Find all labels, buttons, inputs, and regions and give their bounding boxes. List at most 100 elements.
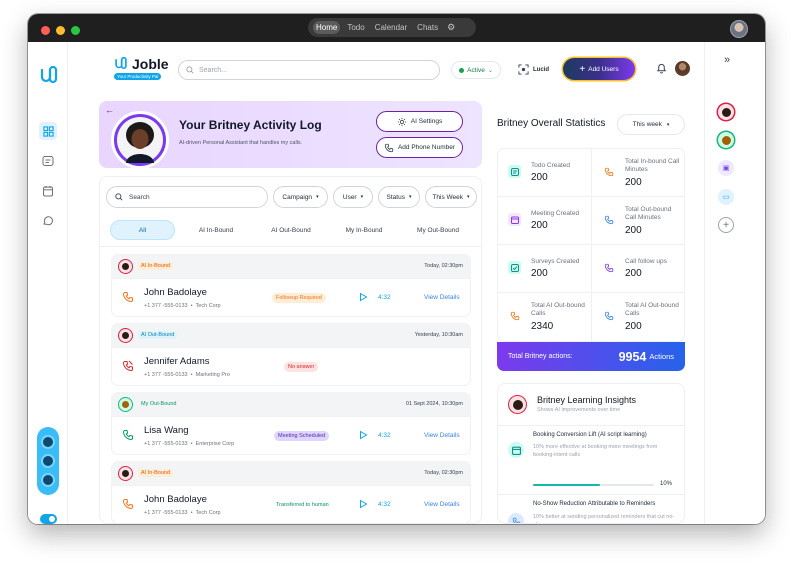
activity-search-input[interactable]: Search — [106, 186, 268, 208]
settings-gear-icon — [397, 117, 406, 126]
incoming-call-icon — [122, 292, 133, 303]
close-window-button[interactable] — [41, 26, 50, 35]
tab-todo[interactable]: Todo — [344, 21, 367, 34]
expand-chevron-icon[interactable]: » — [724, 54, 730, 66]
chevron-down-icon: ▾ — [360, 194, 364, 200]
status-filter-label: Status — [386, 193, 405, 201]
status-badge: Transferred to human — [276, 502, 329, 508]
assistant-avatar-1[interactable] — [41, 434, 55, 449]
activity-banner: ← Your Britney Activity Log AI-driven Pe… — [99, 101, 482, 169]
call-duration: 4:32 — [378, 432, 391, 439]
contact-phone: +1 377 -555-0133 — [144, 303, 188, 309]
status-filter[interactable]: Status ▾ — [378, 186, 420, 208]
rail-avatar-1[interactable] — [718, 104, 734, 120]
activity-card-header: AI Out-Bound Yesterday, 10:30am — [111, 323, 471, 347]
contact-name[interactable]: John Badolaye — [144, 287, 207, 298]
missed-call-icon — [122, 360, 133, 372]
dashboard-icon[interactable] — [39, 122, 57, 140]
theme-toggle[interactable] — [40, 514, 57, 524]
user-avatar[interactable] — [675, 61, 690, 76]
contact-company: Tech Corp — [195, 303, 221, 309]
phone-icon — [384, 143, 394, 152]
view-details-link[interactable]: View Details — [424, 501, 460, 508]
user-filter[interactable]: User ▾ — [333, 186, 373, 208]
rail-add-icon[interactable]: + — [718, 217, 734, 233]
chevron-down-icon: ▾ — [408, 194, 412, 200]
maximize-window-button[interactable] — [71, 26, 80, 35]
contact-phone: +1 377 -555-0133 — [144, 441, 188, 447]
contact-name[interactable]: John Badolaye — [144, 494, 207, 505]
workspace-selector[interactable]: Lucid — [518, 64, 549, 75]
segment-ai-inbound[interactable]: AI In-Bound — [180, 220, 252, 240]
ai-settings-button[interactable]: AI Settings — [376, 111, 463, 132]
insight-progress-track — [533, 484, 654, 486]
tab-home[interactable]: Home — [313, 21, 341, 34]
segment-all[interactable]: All — [110, 220, 175, 240]
stats-grid: Todo Created 200 Total In-bound Call Min… — [497, 148, 685, 342]
outbound-phone-icon — [602, 213, 615, 226]
minimize-window-button[interactable] — [56, 26, 65, 35]
segment-my-outbound[interactable]: My Out-Bound — [402, 220, 474, 240]
activity-card-header: My Out-Bound 01 Sept 2024, 10:30pm — [111, 392, 471, 416]
segment-ai-outbound[interactable]: AI Out-Bound — [255, 220, 327, 240]
top-tabs: Home Todo Calendar Chats ⚙ — [308, 18, 476, 37]
period-filter[interactable]: This Week ▾ — [425, 186, 477, 208]
assistant-avatar-2[interactable] — [41, 453, 55, 468]
assistant-avatar-3[interactable] — [41, 473, 55, 488]
play-recording-icon[interactable] — [358, 430, 368, 440]
stats-title: Britney Overall Statistics — [497, 118, 606, 129]
play-recording-icon[interactable] — [358, 292, 368, 302]
activity-card[interactable]: My Out-Bound 01 Sept 2024, 10:30pm Lisa … — [111, 392, 471, 455]
contact-phone: +1 377 -555-0133 — [144, 510, 188, 516]
rail-chat-icon[interactable]: ▭ — [718, 189, 734, 205]
activity-card[interactable]: AI In-Bound Today, 02:30pm John Badolaye… — [111, 461, 471, 523]
survey-icon — [508, 261, 521, 274]
stat-label: Total Out-bound Call Minutes — [625, 206, 672, 221]
play-recording-icon[interactable] — [358, 499, 368, 509]
stat-value: 200 — [625, 177, 642, 188]
contact-name[interactable]: Lisa Wang — [144, 425, 189, 436]
global-search-input[interactable]: Search... — [178, 60, 440, 80]
outgoing-call-icon — [122, 430, 133, 441]
add-users-button[interactable]: + Add Users — [563, 58, 635, 80]
tasks-icon[interactable] — [39, 152, 57, 170]
tab-chats[interactable]: Chats — [414, 21, 441, 34]
contact-name[interactable]: Jennifer Adams — [144, 356, 209, 367]
calendar-icon[interactable] — [39, 182, 57, 200]
insights-divider — [498, 425, 684, 426]
stats-period-dropdown[interactable]: This week ▾ — [617, 114, 685, 135]
brand: Joble — [114, 56, 169, 72]
rail-calendar-icon[interactable]: ▣ — [718, 160, 734, 176]
tab-calendar[interactable]: Calendar — [372, 21, 410, 34]
activity-card[interactable]: AI In-Bound Today, 02:30pm John Badolaye… — [111, 254, 471, 317]
chat-icon[interactable] — [39, 212, 57, 230]
bell-icon[interactable] — [656, 62, 667, 74]
activity-card-header: AI In-Bound Today, 02:30pm — [111, 254, 471, 278]
ai-outbound-phone-icon — [508, 309, 521, 322]
campaign-filter[interactable]: Campaign ▾ — [273, 186, 328, 208]
status-dropdown[interactable]: Active ⌄ — [451, 61, 501, 79]
rail-avatar-2[interactable] — [718, 132, 734, 148]
activity-card[interactable]: AI Out-Bound Yesterday, 10:30am Jennifer… — [111, 323, 471, 386]
segment-my-inbound[interactable]: My In-Bound — [328, 220, 400, 240]
contact-meta: +1 377 -555-0133 • Tech Corp — [144, 510, 221, 516]
search-icon — [115, 193, 123, 201]
britney-avatar — [111, 111, 169, 169]
add-phone-button[interactable]: Add Phone Number — [376, 137, 463, 158]
activity-card-body: John Badolaye +1 377 -555-0133 • Tech Co… — [111, 278, 471, 317]
title-bar: Home Todo Calendar Chats ⚙ — [28, 14, 765, 42]
insight-title: Booking Conversion Lift (AI script learn… — [533, 432, 647, 438]
contact-phone: +1 377 -555-0133 — [144, 372, 188, 378]
titlebar-avatar[interactable] — [730, 20, 748, 38]
gear-icon[interactable]: ⚙ — [447, 22, 455, 33]
view-details-link[interactable]: View Details — [424, 432, 460, 439]
back-arrow-icon[interactable]: ← — [105, 105, 114, 115]
activity-time: Today, 02:30pm — [424, 470, 463, 476]
stat-call-follow-ups: Call follow ups 200 — [592, 245, 684, 293]
assistant-switcher[interactable] — [37, 427, 59, 495]
stat-label: Call follow ups — [625, 258, 667, 265]
scan-icon — [518, 64, 529, 75]
stat-label: Todo Created — [531, 162, 571, 169]
stat-label: Total AI Out-bound Calls — [531, 302, 585, 317]
view-details-link[interactable]: View Details — [424, 294, 460, 301]
